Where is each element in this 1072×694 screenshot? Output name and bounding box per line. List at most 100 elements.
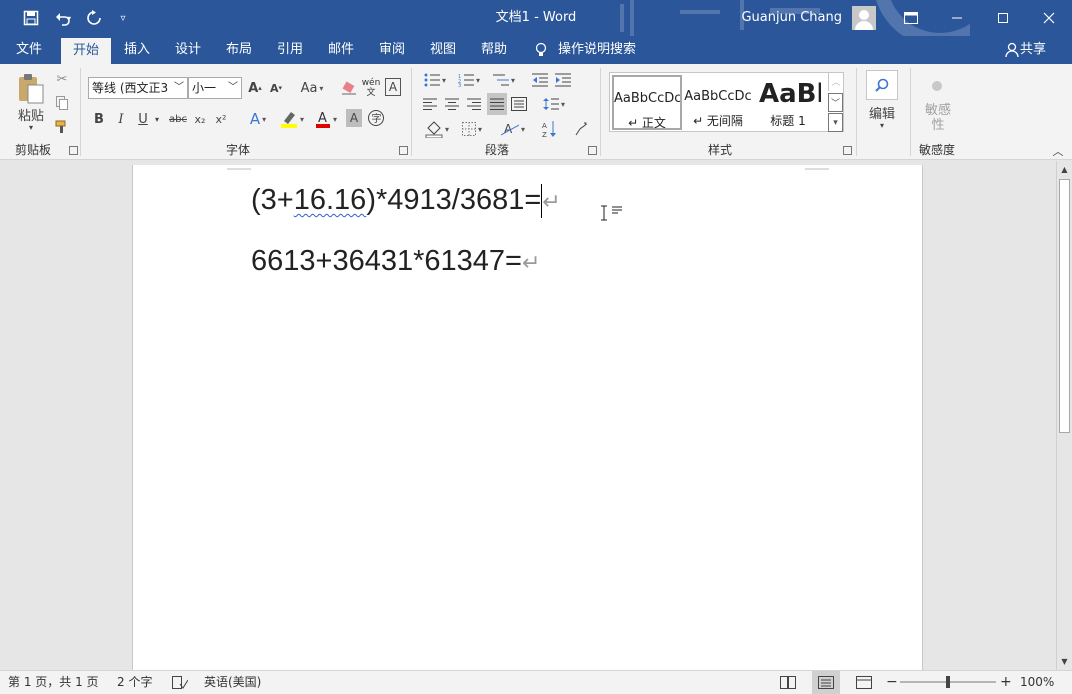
- tab-layout[interactable]: 布局: [216, 36, 262, 64]
- subscript-button[interactable]: x₂: [192, 108, 208, 130]
- style-normal[interactable]: AaBbCcDc ↵ 正文: [612, 75, 682, 130]
- show-marks-icon[interactable]: [572, 118, 590, 140]
- vertical-scrollbar[interactable]: ▲ ▼: [1056, 161, 1072, 670]
- chevron-down-icon: ﹀: [174, 82, 184, 93]
- superscript-button[interactable]: x²: [213, 108, 229, 130]
- editing-button[interactable]: 编辑: [862, 104, 902, 122]
- tab-insert[interactable]: 插入: [114, 36, 160, 64]
- underline-button[interactable]: U: [135, 108, 151, 130]
- align-left-icon[interactable]: [421, 94, 439, 114]
- sensitivity-icon: [922, 76, 952, 96]
- distributed-icon[interactable]: [510, 94, 528, 114]
- clear-formatting-icon[interactable]: [340, 78, 358, 98]
- format-painter-icon[interactable]: [54, 118, 70, 136]
- grow-font-icon[interactable]: A ▴: [247, 78, 263, 98]
- collapse-ribbon-icon[interactable]: ︿: [1050, 144, 1066, 158]
- group-divider: [411, 68, 412, 156]
- copy-icon[interactable]: [54, 94, 70, 112]
- zoom-level[interactable]: 100%: [1020, 671, 1054, 694]
- line-spacing-icon[interactable]: ▾: [539, 94, 569, 114]
- strikethrough-button[interactable]: abc: [167, 108, 189, 130]
- zoom-in-icon[interactable]: +: [1000, 671, 1012, 694]
- read-mode-icon[interactable]: [780, 671, 798, 694]
- tab-references[interactable]: 引用: [267, 36, 313, 64]
- enclose-characters-icon[interactable]: 字: [367, 109, 385, 127]
- tab-home[interactable]: 开始: [61, 38, 111, 64]
- ribbon-display-options-icon[interactable]: [888, 0, 934, 36]
- zoom-slider[interactable]: [900, 671, 996, 694]
- word-count[interactable]: 2 个字: [117, 671, 152, 694]
- paste-dropdown-icon[interactable]: ▾: [14, 122, 48, 132]
- phonetic-guide-icon[interactable]: wén 文: [361, 76, 381, 100]
- style-heading-1[interactable]: AaBb 标题 1: [755, 75, 821, 130]
- font-color-icon[interactable]: A ▾: [310, 108, 342, 130]
- paste-button[interactable]: 粘贴: [14, 106, 48, 124]
- editing-dropdown-icon[interactable]: ▾: [862, 120, 902, 130]
- align-right-icon[interactable]: [465, 94, 483, 114]
- document-line-2[interactable]: 6613+36431*61347=↵: [251, 245, 540, 278]
- proofing-icon[interactable]: [172, 671, 189, 694]
- font-size-combo[interactable]: 小一 ﹀: [188, 77, 242, 99]
- web-layout-icon[interactable]: [856, 671, 874, 694]
- clipboard-launcher-icon[interactable]: [69, 146, 78, 155]
- share-icon[interactable]: [1004, 36, 1020, 64]
- user-name[interactable]: Guanjun Chang: [741, 0, 842, 36]
- avatar[interactable]: [852, 6, 876, 30]
- borders-icon[interactable]: ▾: [457, 118, 487, 140]
- shrink-font-icon[interactable]: A ▾: [268, 78, 284, 98]
- tab-file[interactable]: 文件: [6, 36, 52, 64]
- close-icon[interactable]: [1026, 0, 1072, 36]
- paste-icon[interactable]: [14, 72, 48, 106]
- maximize-icon[interactable]: [980, 0, 1026, 36]
- chevron-down-icon: ﹀: [228, 82, 238, 93]
- search-icon[interactable]: [866, 70, 898, 100]
- scroll-down-icon[interactable]: ▼: [1059, 655, 1070, 667]
- zoom-out-icon[interactable]: −: [886, 671, 898, 694]
- align-center-icon[interactable]: [443, 94, 461, 114]
- change-case-button[interactable]: Aa ▾: [297, 78, 327, 98]
- scrollbar-thumb[interactable]: [1059, 179, 1070, 433]
- bold-button[interactable]: B: [91, 108, 107, 130]
- styles-launcher-icon[interactable]: [843, 146, 852, 155]
- character-shading-icon[interactable]: A: [346, 109, 362, 127]
- print-layout-icon[interactable]: [812, 671, 840, 694]
- cut-icon[interactable]: ✂: [54, 70, 70, 88]
- tab-design[interactable]: 设计: [165, 36, 211, 64]
- document-line-1[interactable]: (3+16.16)*4913/3681=↵: [251, 184, 561, 219]
- tab-help[interactable]: 帮助: [471, 36, 517, 64]
- styles-scroll-up-icon[interactable]: ︿: [828, 72, 843, 91]
- document-page[interactable]: [132, 165, 923, 670]
- multilevel-list-icon[interactable]: ▾: [489, 70, 519, 90]
- styles-scroll-down-icon[interactable]: ﹀: [828, 93, 843, 112]
- style-no-spacing[interactable]: AaBbCcDc ↵ 无间隔: [683, 75, 753, 130]
- character-border-icon[interactable]: A: [385, 78, 401, 96]
- text-effects-icon[interactable]: A ▾: [244, 108, 272, 130]
- language[interactable]: 英语(美国): [204, 671, 261, 694]
- shading-icon[interactable]: ▾: [421, 118, 453, 140]
- scroll-up-icon[interactable]: ▲: [1059, 163, 1070, 175]
- styles-more-icon[interactable]: ▾: [828, 113, 843, 132]
- style-name: 标题 1: [770, 114, 806, 128]
- tell-me-search[interactable]: 操作说明搜索: [558, 36, 638, 64]
- underline-dropdown-icon[interactable]: ▾: [152, 108, 162, 130]
- font-launcher-icon[interactable]: [399, 146, 408, 155]
- sort-icon[interactable]: AZ: [539, 118, 561, 140]
- tab-review[interactable]: 审阅: [369, 36, 415, 64]
- justify-icon[interactable]: [487, 93, 507, 115]
- page-count[interactable]: 第 1 页，共 1 页: [8, 671, 99, 694]
- numbering-icon[interactable]: 1 2 3 ▾: [455, 70, 483, 90]
- increase-indent-icon[interactable]: [553, 70, 573, 90]
- chinese-layout-icon[interactable]: A ▾: [498, 118, 528, 140]
- decrease-indent-icon[interactable]: [530, 70, 550, 90]
- minimize-icon[interactable]: [934, 0, 980, 36]
- font-name-combo[interactable]: 等线 (西文正3 ﹀: [88, 77, 188, 99]
- share-button[interactable]: 共享: [1020, 36, 1054, 64]
- bullets-icon[interactable]: ▾: [421, 70, 449, 90]
- italic-button[interactable]: I: [113, 108, 129, 130]
- spelling-flagged-text[interactable]: 16.16: [294, 184, 367, 216]
- tab-mailings[interactable]: 邮件: [318, 36, 364, 64]
- tab-view[interactable]: 视图: [420, 36, 466, 64]
- highlight-icon[interactable]: ▾: [276, 108, 308, 130]
- text-run: (3+: [251, 184, 294, 216]
- paragraph-launcher-icon[interactable]: [588, 146, 597, 155]
